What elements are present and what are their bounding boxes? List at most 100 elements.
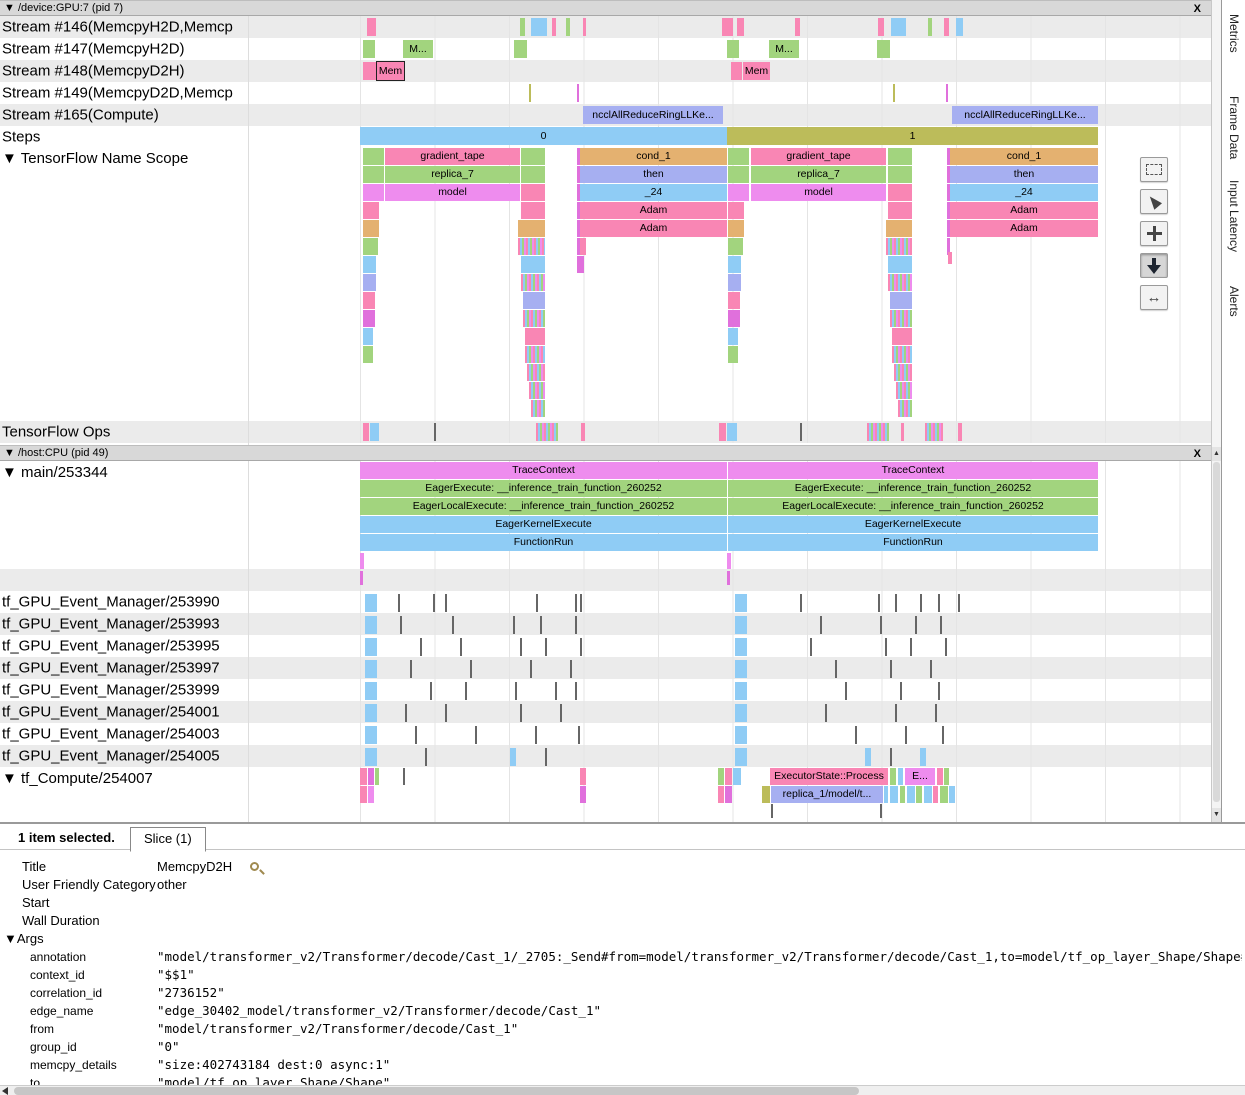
trace-slice[interactable] xyxy=(398,594,400,612)
trace-slice[interactable] xyxy=(735,682,747,700)
trace-slice[interactable] xyxy=(916,786,922,803)
trace-slice[interactable] xyxy=(727,553,731,569)
scroll-up-button[interactable]: ▲ xyxy=(1212,447,1221,461)
trace-slice[interactable] xyxy=(727,571,730,585)
hscroll-thumb[interactable] xyxy=(14,1087,859,1095)
scroll-down-button[interactable]: ▼ xyxy=(1212,808,1221,822)
trace-slice[interactable] xyxy=(520,704,522,722)
trace-slice[interactable] xyxy=(520,638,522,656)
timing-tool-button[interactable]: ↔ xyxy=(1140,285,1168,310)
trace-slice[interactable] xyxy=(901,423,904,441)
trace-slice[interactable] xyxy=(360,786,367,803)
trace-slice[interactable] xyxy=(728,274,741,291)
trace-slice[interactable] xyxy=(536,423,558,441)
trace-slice[interactable] xyxy=(580,768,586,785)
trace-slice[interactable] xyxy=(888,166,912,183)
trace-slice[interactable] xyxy=(937,768,943,785)
trace-slice[interactable] xyxy=(878,18,884,36)
trace-slice[interactable] xyxy=(415,726,417,744)
trace-slice[interactable] xyxy=(460,638,462,656)
trace-slice[interactable] xyxy=(363,256,376,273)
trace-slice[interactable] xyxy=(737,18,744,36)
trace-slice[interactable] xyxy=(518,220,545,237)
trace-slice[interactable] xyxy=(894,364,912,381)
trace-slice[interactable] xyxy=(728,256,741,273)
trace-slice[interactable] xyxy=(529,382,545,399)
trace-slice[interactable] xyxy=(545,638,547,656)
trace-slice[interactable] xyxy=(433,594,435,612)
pan-tool-button[interactable] xyxy=(1140,221,1168,246)
trace-slice[interactable] xyxy=(580,638,582,656)
trace-slice[interactable] xyxy=(363,166,384,183)
trace-slice[interactable] xyxy=(521,148,545,165)
trace-slice[interactable] xyxy=(420,638,422,656)
track-label-tensorflow-name-scope[interactable]: ▼ TensorFlow Name Scope xyxy=(2,150,188,167)
trace-slice[interactable] xyxy=(583,18,586,36)
trace-slice[interactable] xyxy=(360,571,363,585)
trace-slice[interactable] xyxy=(888,148,912,165)
trace-slice-ncclallreduceringllke[interactable]: ncclAllReduceRingLLKe... xyxy=(583,106,723,124)
trace-slice[interactable] xyxy=(892,346,912,363)
trace-slice[interactable] xyxy=(898,768,903,785)
trace-slice[interactable] xyxy=(898,400,912,417)
trace-slice[interactable] xyxy=(575,594,577,612)
trace-slice[interactable] xyxy=(521,184,545,201)
trace-slice[interactable] xyxy=(800,594,802,612)
trace-slice[interactable] xyxy=(525,346,545,363)
trace-slice[interactable] xyxy=(365,682,377,700)
trace-slice[interactable] xyxy=(949,786,955,803)
trace-slice[interactable] xyxy=(728,346,738,363)
trace-slice[interactable] xyxy=(735,638,747,656)
trace-slice-gradient-tape[interactable]: gradient_tape xyxy=(385,148,520,165)
trace-slice[interactable] xyxy=(727,40,739,58)
trace-slice[interactable] xyxy=(892,328,912,345)
trace-slice[interactable] xyxy=(891,18,906,36)
trace-slice[interactable] xyxy=(475,726,477,744)
trace-slice-executorstate-process[interactable]: ExecutorState::Process xyxy=(770,768,888,785)
trace-slice[interactable] xyxy=(365,660,377,678)
trace-slice[interactable] xyxy=(728,166,749,183)
trace-slice[interactable] xyxy=(933,786,938,803)
magnifier-icon[interactable] xyxy=(250,862,259,871)
trace-slice-then[interactable]: then xyxy=(580,166,727,183)
trace-slice[interactable] xyxy=(958,423,962,441)
trace-slice[interactable] xyxy=(888,202,912,219)
trace-slice[interactable] xyxy=(845,682,847,700)
horizontal-scrollbar[interactable] xyxy=(0,1085,1245,1095)
trace-slice-m[interactable]: M... xyxy=(403,40,433,58)
trace-slice[interactable] xyxy=(514,40,527,58)
trace-slice[interactable] xyxy=(948,252,952,264)
trace-slice[interactable] xyxy=(728,238,743,255)
trace-slice[interactable] xyxy=(920,594,922,612)
trace-slice-gradient-tape[interactable]: gradient_tape xyxy=(751,148,886,165)
trace-slice[interactable] xyxy=(925,423,943,441)
trace-slice-replica-1-model-t[interactable]: replica_1/model/t... xyxy=(771,786,883,803)
marquee-select-tool-button[interactable] xyxy=(1140,157,1168,182)
trace-slice[interactable] xyxy=(944,768,949,785)
trace-slice[interactable] xyxy=(521,274,545,291)
trace-slice-0[interactable]: 0 xyxy=(360,127,727,145)
trace-slice-replica-7[interactable]: replica_7 xyxy=(385,166,520,183)
trace-slice[interactable] xyxy=(363,202,379,219)
trace-slice[interactable] xyxy=(888,274,912,291)
trace-slice-24[interactable]: _24 xyxy=(950,184,1098,201)
trace-slice[interactable] xyxy=(718,786,724,803)
trace-slice[interactable] xyxy=(905,726,907,744)
trace-slice[interactable] xyxy=(365,594,377,612)
trace-slice[interactable] xyxy=(531,18,547,36)
trace-slice-tracecontext[interactable]: TraceContext xyxy=(360,462,727,479)
trace-slice-eagerlocalexecute-inference-train-function-260252[interactable]: EagerLocalExecute: __inference_train_fun… xyxy=(728,498,1098,515)
trace-slice[interactable] xyxy=(956,18,963,36)
side-tab-frame-data[interactable]: Frame Data xyxy=(1227,96,1241,159)
trace-slice[interactable] xyxy=(515,682,517,700)
trace-slice[interactable] xyxy=(400,616,402,634)
trace-slice[interactable] xyxy=(835,660,837,678)
trace-slice-eagerlocalexecute-inference-train-function-260252[interactable]: EagerLocalExecute: __inference_train_fun… xyxy=(360,498,727,515)
trace-slice[interactable] xyxy=(935,704,937,722)
trace-slice[interactable] xyxy=(946,84,948,102)
pointer-tool-button[interactable] xyxy=(1140,189,1168,214)
trace-slice[interactable] xyxy=(878,594,880,612)
trace-slice[interactable] xyxy=(510,748,516,766)
trace-slice[interactable] xyxy=(518,238,545,255)
trace-slice[interactable] xyxy=(825,704,827,722)
